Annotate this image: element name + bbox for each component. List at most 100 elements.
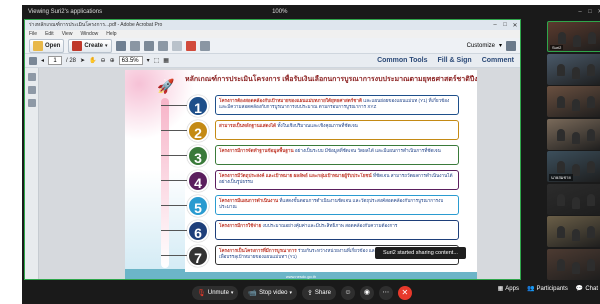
customize-button[interactable]: Customize — [467, 43, 495, 49]
reactions-icon[interactable]: ☺ — [340, 285, 355, 300]
comment-icon[interactable] — [171, 40, 182, 51]
criteria-text: โครงการมีการจัดทำฐานข้อมูลพื้นฐาน อย่างเ… — [215, 145, 459, 165]
person-silhouette — [572, 164, 580, 176]
acrobat-close-icon[interactable]: ✕ — [510, 22, 520, 29]
select-icon[interactable]: ➤ — [80, 57, 85, 64]
bookmarks-icon[interactable] — [28, 86, 36, 94]
participant-tile[interactable] — [547, 183, 600, 215]
prev-page-icon[interactable]: ◂ — [41, 57, 44, 64]
page-icon[interactable] — [29, 56, 37, 65]
criteria-item: 1 โครงการต้องสอดคล้องกับเป้าหมายของแผนแม่… — [161, 95, 459, 117]
panel-common-tools[interactable]: Common Tools — [377, 57, 427, 64]
share-button[interactable]: ⇪ Share — [302, 285, 336, 300]
participant-tile[interactable] — [547, 118, 600, 150]
participant-tile[interactable]: Suri2 — [547, 21, 600, 52]
criteria-highlight: โครงการมีการจัดทำฐานข้อมูลพื้นฐาน — [219, 148, 294, 153]
open-button[interactable]: Open — [29, 38, 65, 53]
criteria-number: 7 — [187, 245, 209, 267]
open-label: Open — [45, 42, 61, 49]
maximize-icon[interactable]: □ — [586, 8, 594, 16]
navigation-pane — [25, 68, 39, 279]
share-file-icon[interactable] — [199, 40, 210, 51]
participant-tile[interactable] — [547, 53, 600, 85]
person-silhouette — [587, 63, 595, 76]
connector-line — [161, 180, 187, 181]
sign-icon[interactable] — [185, 40, 196, 51]
close-icon[interactable]: ✕ — [596, 8, 600, 16]
menu-help[interactable]: Help — [106, 31, 116, 37]
fit-page-icon[interactable]: ⬚ — [154, 57, 160, 64]
participant-tile[interactable] — [547, 216, 600, 247]
participants-icon: 👥 — [526, 286, 535, 292]
slide-footer: www.nesdc.go.th — [125, 272, 477, 279]
create-button[interactable]: Create ▾ — [68, 38, 112, 53]
acrobat-maximize-icon[interactable]: □ — [500, 22, 510, 29]
connector-line — [161, 130, 187, 131]
zoom-level[interactable]: 100% — [272, 9, 287, 15]
leave-button[interactable]: ✕ — [397, 285, 412, 300]
connector-line — [161, 205, 187, 206]
menu-edit[interactable]: Edit — [45, 31, 54, 37]
panel-comment[interactable]: Comment — [482, 57, 514, 64]
stop-video-button[interactable]: 📹 Stop video ▾ — [243, 285, 298, 300]
person-silhouette — [587, 258, 595, 271]
participants-button[interactable]: 👥 Participants — [526, 285, 568, 293]
participant-tile[interactable] — [547, 86, 600, 117]
page-input[interactable]: 1 — [48, 56, 63, 65]
pdf-page: 🚀 หลักเกณฑ์การประเมินโครงการ เพื่อรับเงิ… — [125, 70, 477, 279]
unmute-button[interactable]: 🎙 Unmute ▾ — [192, 285, 239, 300]
meeting-titlebar: Viewing Suri2's applications 100% – □ ✕ — [22, 5, 600, 19]
acrobat-navbar: ◂ 1 / 28 ➤ ✋ ⊖ ⊕ 63.5% ▾ ⬚ ▦ Common Tool… — [25, 54, 520, 68]
expand-icon[interactable] — [506, 40, 516, 51]
meeting-window: Viewing Suri2's applications 100% – □ ✕ … — [22, 5, 600, 304]
menu-view[interactable]: View — [62, 31, 73, 37]
pages-icon[interactable] — [28, 73, 36, 81]
criteria-number: 2 — [187, 120, 209, 142]
acrobat-minimize-icon[interactable]: – — [490, 22, 500, 29]
criteria-highlight: โครงการเป็นโครงการที่มีการบูรณาการ — [219, 248, 297, 253]
fit-width-icon[interactable]: ▦ — [163, 57, 169, 64]
meeting-title: Viewing Suri2's applications — [28, 9, 103, 15]
participant-strip: Suri2 นายสมชาย — [545, 19, 600, 280]
email-icon[interactable] — [157, 40, 168, 51]
print-icon[interactable] — [129, 40, 140, 51]
record-icon[interactable]: ◉ — [359, 285, 374, 300]
chat-button[interactable]: 💬 Chat — [576, 285, 598, 293]
hand-icon[interactable]: ✋ — [89, 57, 96, 64]
more-icon[interactable]: ⋯ — [378, 285, 393, 300]
customize-chevron-icon[interactable]: ▾ — [499, 42, 502, 49]
save-icon[interactable] — [115, 40, 126, 51]
chevron-down-icon[interactable]: ▾ — [290, 290, 293, 296]
menu-window[interactable]: Window — [80, 31, 98, 37]
decorative-gradient — [125, 170, 185, 279]
zoom-out-icon[interactable]: ⊖ — [101, 57, 106, 64]
criteria-number: 6 — [187, 220, 209, 242]
criteria-number: 4 — [187, 170, 209, 192]
connector-line — [161, 230, 187, 231]
chevron-down-icon[interactable]: ▾ — [231, 290, 234, 296]
menu-file[interactable]: File — [29, 31, 37, 37]
criteria-highlight: โครงการมีวัตถุประสงค์ และเป้าหมาย ผลลัพธ… — [219, 173, 372, 178]
apps-button[interactable]: ▦ Apps — [498, 285, 519, 293]
shared-screen: ร่างหลักเกณฑ์การประเมินโครงการ...pdf - A… — [24, 19, 521, 280]
settings-icon[interactable] — [143, 40, 154, 51]
zoom-input[interactable]: 63.5% — [118, 56, 143, 65]
meeting-controls: 🎙 Unmute ▾ 📹 Stop video ▾ ⇪ Share ☺ ◉ ⋯ … — [22, 281, 600, 304]
person-silhouette — [557, 161, 565, 173]
zoom-dropdown-icon[interactable]: ▾ — [147, 57, 150, 64]
person-silhouette — [587, 161, 595, 173]
stop-video-label: Stop video — [259, 289, 288, 296]
criteria-highlight: โครงการต้องสอดคล้องกับเป้าหมายของแผนแม่บ… — [219, 98, 362, 103]
participant-tile[interactable] — [547, 248, 600, 280]
rocket-icon: 🚀 — [157, 78, 175, 94]
person-silhouette — [572, 229, 580, 241]
create-label: Create — [84, 42, 104, 49]
criteria-item: 6 โครงการมีการใช้จ่าย งบประมาณอย่างคุ้มค่… — [161, 220, 459, 242]
zoom-in-icon[interactable]: ⊕ — [110, 57, 115, 64]
participant-tile[interactable]: นายสมชาย — [547, 151, 600, 182]
criteria-text: โครงการมีแผนการดำเนินงาน ที่แสดงขั้นตอนก… — [215, 195, 459, 215]
attachments-icon[interactable] — [28, 99, 36, 107]
minimize-icon[interactable]: – — [576, 8, 584, 16]
rocket-trail — [161, 98, 169, 268]
panel-fill-sign[interactable]: Fill & Sign — [437, 57, 471, 64]
